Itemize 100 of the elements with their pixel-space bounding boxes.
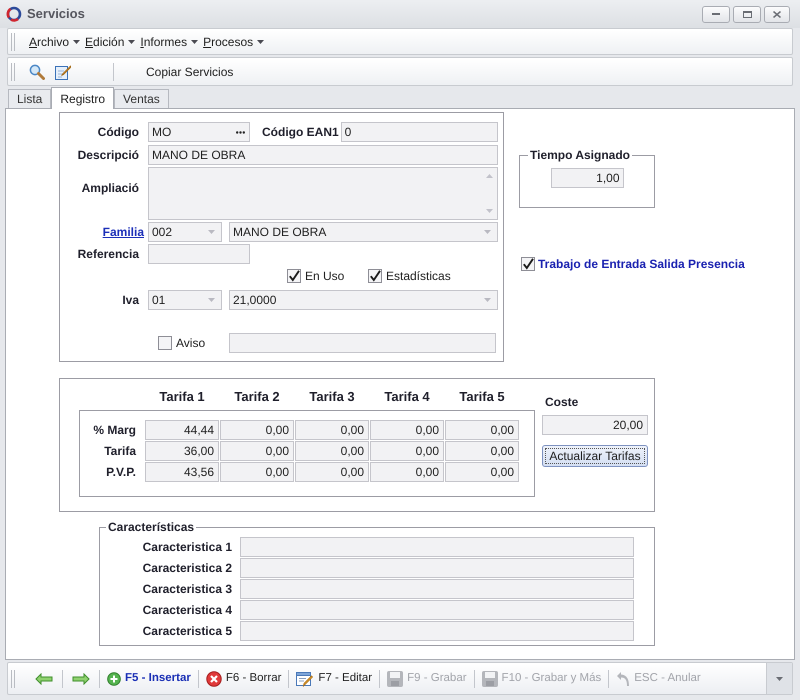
ellipsis-icon[interactable] [236, 130, 245, 134]
price-field[interactable]: 0,00 [295, 441, 369, 461]
ean-field[interactable]: 0 [340, 122, 498, 142]
reference-field[interactable] [148, 244, 250, 264]
caret-icon [776, 676, 783, 680]
characteristic-field[interactable] [240, 537, 634, 557]
scroll-down-arrow-icon[interactable] [486, 209, 493, 213]
caret-icon [73, 40, 80, 44]
grip-icon[interactable] [11, 62, 15, 80]
maximize-button[interactable] [733, 6, 761, 22]
field-label: Código EAN1 [262, 125, 339, 139]
group-title: Tiempo Asignado [529, 147, 632, 164]
undo-arrow-icon [616, 670, 630, 686]
text-area[interactable] [148, 167, 498, 220]
menu-item[interactable]: Archivo [27, 32, 82, 50]
description-field[interactable]: MANO DE OBRA [148, 145, 498, 165]
characteristic-field[interactable] [240, 558, 634, 578]
field-label: Descripció [78, 147, 139, 164]
dropdown-caret-icon [208, 298, 215, 302]
plus-circle-icon [107, 672, 121, 686]
checkbox-label: Estadísticas [386, 268, 451, 285]
notice-field[interactable] [229, 333, 496, 353]
row-label: P.V.P. [106, 464, 136, 481]
column-header: Tarifa 3 [309, 388, 355, 403]
app-logo-icon [6, 6, 22, 22]
price-field[interactable]: 36,00 [145, 441, 219, 461]
overflow-dropdown-button[interactable] [766, 663, 792, 694]
price-field[interactable]: 0,00 [220, 462, 294, 482]
search-icon[interactable] [29, 64, 45, 80]
dropdown-field[interactable]: 002 [148, 222, 222, 242]
tab[interactable]: Lista [8, 89, 52, 108]
family-link[interactable]: Familia [102, 223, 144, 241]
maximize-icon [742, 10, 752, 18]
price-field[interactable]: 0,00 [445, 441, 519, 461]
price-field[interactable]: 0,00 [220, 420, 294, 440]
toolbar-button[interactable]: F6 - Borrar [202, 666, 284, 690]
field-label: Iva [122, 292, 139, 309]
left-arrow-icon [35, 672, 53, 684]
menu-item[interactable]: Procesos [201, 32, 266, 50]
copy-services-button[interactable]: Copiar Servicios [142, 62, 238, 80]
field-label: Caracteristica 4 [142, 602, 232, 619]
field-label: Caracteristica 2 [142, 560, 232, 577]
checkbox-label: Trabajo de Entrada Salida Presencia [538, 256, 745, 273]
row-label: Tarifa [104, 443, 136, 460]
toolbar-button[interactable]: F5 - Insertar [104, 666, 194, 690]
window-title: Servicios [27, 5, 85, 24]
characteristic-field[interactable] [240, 600, 634, 620]
dropdown-field[interactable]: MANO DE OBRA [229, 222, 498, 242]
row-label: % Marg [93, 422, 136, 439]
price-field[interactable]: 0,00 [295, 462, 369, 482]
price-field[interactable]: 0,00 [370, 420, 444, 440]
column-header: Tarifa 1 [159, 388, 205, 403]
update-tariffs-button[interactable]: Actualizar Tarifas [542, 445, 648, 467]
field-label: Caracteristica 3 [142, 581, 232, 598]
caret-icon [257, 40, 264, 44]
price-field[interactable]: 0,00 [220, 441, 294, 461]
time-field[interactable]: 1,00 [550, 168, 624, 188]
dropdown-caret-icon [484, 298, 491, 302]
field-label: Referencia [78, 246, 139, 263]
menu-item[interactable]: Informes [138, 32, 200, 50]
price-field[interactable]: 43,56 [145, 462, 219, 482]
checkbox[interactable] [521, 257, 535, 271]
close-button[interactable] [764, 6, 790, 22]
price-field[interactable]: 0,00 [445, 462, 519, 482]
checkbox-label: Aviso [176, 335, 206, 352]
tab[interactable]: Ventas [114, 89, 169, 108]
minimize-icon [712, 13, 720, 15]
dropdown-field[interactable]: 01 [148, 290, 222, 310]
field-label: Caracteristica 5 [142, 623, 232, 640]
x-circle-icon [206, 670, 222, 686]
caret-icon [128, 40, 136, 44]
group-title: Características [107, 519, 196, 536]
cost-field[interactable]: 20,00 [542, 415, 648, 435]
right-arrow-icon [72, 672, 90, 684]
scroll-up-arrow-icon[interactable] [486, 174, 493, 178]
pencil-notepad-icon[interactable] [55, 64, 71, 80]
checkbox[interactable] [158, 336, 172, 350]
field-label: Ampliació [82, 180, 139, 197]
dropdown-field[interactable]: 21,0000 [229, 290, 498, 310]
column-header: Tarifa 5 [459, 388, 505, 403]
price-field[interactable]: 0,00 [370, 462, 444, 482]
grip-icon[interactable] [11, 670, 15, 688]
grip-icon[interactable] [11, 32, 15, 50]
tab[interactable]: Registro [51, 87, 114, 109]
column-header: Tarifa 4 [384, 388, 430, 403]
price-field[interactable]: 0,00 [370, 441, 444, 461]
minimize-button[interactable] [702, 6, 730, 22]
checkbox[interactable] [368, 269, 382, 283]
price-field[interactable]: 0,00 [295, 420, 369, 440]
price-field[interactable]: 0,00 [445, 420, 519, 440]
checkbox[interactable] [287, 269, 301, 283]
field-label: Caracteristica 1 [142, 539, 232, 556]
toolbar-button[interactable]: F7 - Editar [293, 666, 376, 690]
price-field[interactable]: 44,44 [145, 420, 219, 440]
characteristic-field[interactable] [240, 579, 634, 599]
column-header: Tarifa 2 [234, 388, 280, 403]
menu-item[interactable]: Edición [83, 32, 138, 50]
code-field[interactable]: MO [148, 122, 250, 142]
dropdown-caret-icon [208, 230, 215, 234]
characteristic-field[interactable] [240, 621, 634, 641]
